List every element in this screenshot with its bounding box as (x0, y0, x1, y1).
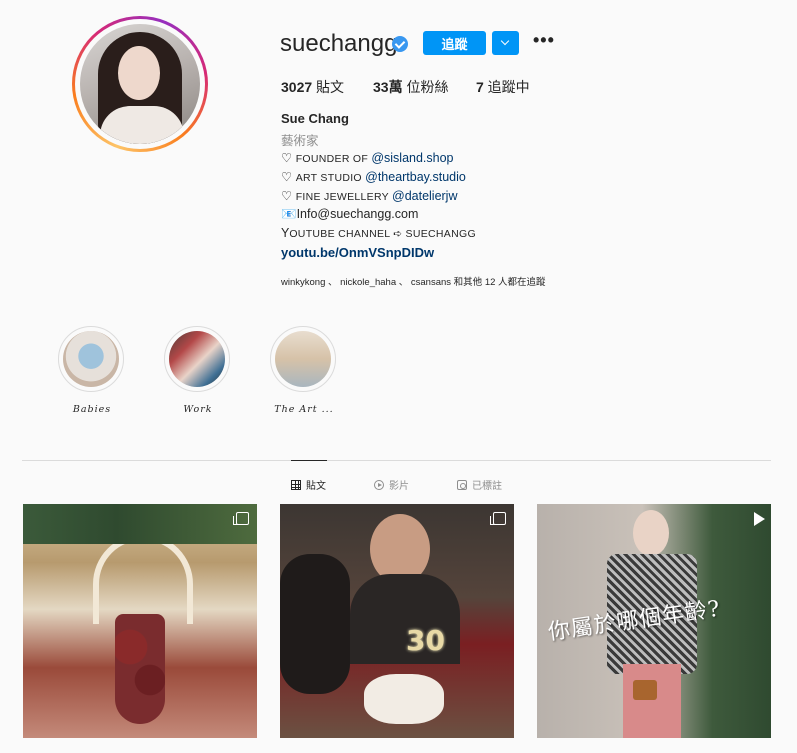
profile-username: suechangg (280, 30, 398, 57)
highlight-babies[interactable]: Babies (58, 326, 126, 415)
active-tab-indicator (291, 460, 327, 461)
highlight-the-art[interactable]: The Art ... (270, 326, 338, 415)
bio-email: 📧Info@suechangg.com (281, 207, 419, 221)
profile-category: 藝術家 (281, 134, 319, 148)
bio-line-art-studio: ♡ ART STUDIO @theartbay.studio (281, 170, 466, 184)
suggested-accounts-dropdown-button[interactable] (492, 31, 519, 55)
video-icon (374, 479, 384, 490)
bio-link-datelierjw[interactable]: @datelierjw (392, 189, 458, 203)
stat-followers[interactable]: 33萬 位粉絲 (373, 77, 448, 97)
tag-icon (457, 479, 467, 490)
tab-posts[interactable]: 貼文 (291, 477, 326, 492)
bio-line-jewellery: ♡ FINE JEWELLERY @datelierjw (281, 189, 458, 203)
tab-tagged[interactable]: 已標註 (457, 477, 502, 492)
bio-line-founder: ♡ FOUNDER OF @sisland.shop (281, 151, 454, 165)
more-options-button[interactable]: ••• (533, 31, 554, 50)
cake (364, 674, 444, 724)
tabs-divider (22, 460, 771, 461)
post-thumbnail[interactable]: 30 (280, 504, 514, 738)
tab-videos[interactable]: 影片 (374, 477, 409, 492)
profile-full-name: Sue Chang (281, 111, 349, 126)
stat-posts: 3027 貼文 (281, 79, 345, 95)
highlight-cover (169, 331, 225, 387)
bio-youtube-line: YOUTUBE CHANNEL ➪ SUECHANGG (281, 226, 476, 240)
highlight-cover (63, 331, 119, 387)
stat-following[interactable]: 7 追蹤中 (476, 77, 530, 97)
profile-website-link[interactable]: youtu.be/OnmVSnpDIDw (281, 245, 434, 260)
reel-icon (754, 512, 765, 526)
followed-by-text[interactable]: winkykong 、 nickole_haha 、 csansans 和其他 … (281, 274, 546, 288)
highlight-cover (275, 331, 331, 387)
candle-number: 30 (406, 624, 445, 657)
grid-icon (291, 479, 301, 490)
post-subject (115, 614, 165, 724)
bio-link-theartbay[interactable]: @theartbay.studio (365, 170, 466, 184)
bio-link-sisland[interactable]: @sisland.shop (371, 151, 453, 165)
avatar-photo (80, 24, 200, 144)
multi-photo-icon (490, 512, 506, 525)
verified-badge-icon (392, 36, 408, 52)
highlight-work[interactable]: Work (164, 326, 232, 415)
multi-photo-icon (233, 512, 249, 525)
profile-avatar[interactable] (72, 16, 208, 152)
post-thumbnail[interactable]: 你屬於哪個年齡? (537, 504, 771, 738)
post-thumbnail[interactable] (23, 504, 257, 738)
follow-button[interactable]: 追蹤 (423, 31, 486, 55)
